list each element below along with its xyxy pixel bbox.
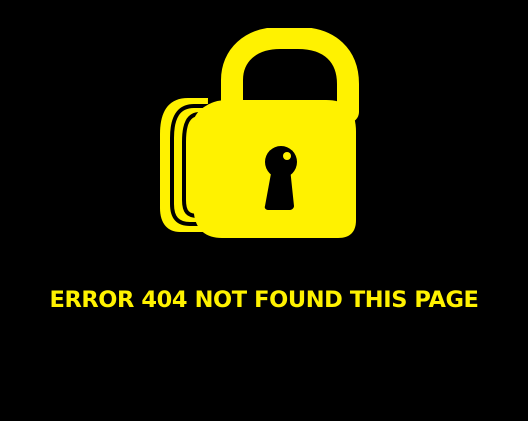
padlock-icon xyxy=(150,28,380,248)
error-page: ERROR 404 NOT FOUND THIS PAGE xyxy=(0,0,528,421)
error-message: ERROR 404 NOT FOUND THIS PAGE xyxy=(49,287,479,313)
